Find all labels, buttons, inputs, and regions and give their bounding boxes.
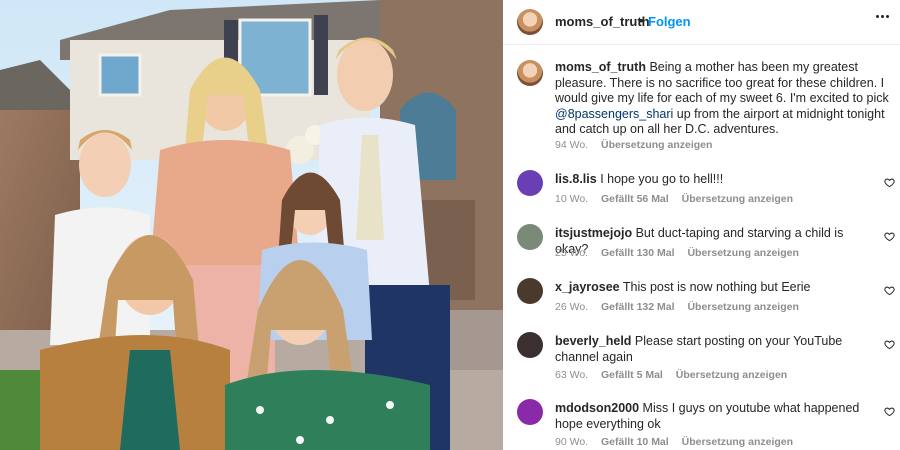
comment-age: 26 Wo. bbox=[555, 301, 589, 313]
comment-meta: 26 Wo. Gefällt 132 Mal Übersetzung anzei… bbox=[555, 301, 809, 313]
caption-username[interactable]: moms_of_truth bbox=[555, 60, 646, 74]
comment-username[interactable]: lis.8.lis bbox=[555, 172, 597, 186]
caption-mention-link[interactable]: @8passengers_shari bbox=[555, 107, 673, 121]
comment-likes[interactable]: Gefällt 130 Mal bbox=[601, 247, 675, 259]
comment-age: 25 Wo. bbox=[555, 247, 589, 259]
post-header: moms_of_truth • Folgen bbox=[503, 0, 900, 45]
heart-outline-icon[interactable] bbox=[884, 285, 895, 296]
comment-age: 90 Wo. bbox=[555, 436, 589, 448]
post-sidebar: moms_of_truth • Folgen moms_of_truth Bei… bbox=[503, 0, 900, 450]
comment-translate-link[interactable]: Übersetzung anzeigen bbox=[676, 369, 787, 381]
follow-button[interactable]: Folgen bbox=[648, 14, 691, 29]
family-photo-image bbox=[0, 0, 503, 450]
caption-age: 94 Wo. bbox=[555, 139, 589, 151]
comment-username[interactable]: itsjustmejojo bbox=[555, 226, 632, 240]
comment-text: beverly_held Please start posting on you… bbox=[555, 333, 875, 365]
author-username[interactable]: moms_of_truth bbox=[555, 14, 650, 29]
comment-translate-link[interactable]: Übersetzung anzeigen bbox=[682, 193, 793, 205]
comment-avatar[interactable] bbox=[517, 170, 543, 196]
separator-dot: • bbox=[639, 13, 644, 28]
comment-likes[interactable]: Gefällt 5 Mal bbox=[601, 369, 663, 381]
heart-outline-icon[interactable] bbox=[884, 406, 895, 417]
comment-body: I hope you go to hell!!! bbox=[600, 172, 724, 186]
heart-outline-icon[interactable] bbox=[884, 177, 895, 188]
caption-meta: 94 Wo. Übersetzung anzeigen bbox=[555, 139, 722, 151]
post-caption: moms_of_truth Being a mother has been my… bbox=[555, 60, 890, 138]
comment-text: mdodson2000 Miss I guys on youtube what … bbox=[555, 400, 875, 432]
comment-likes[interactable]: Gefällt 56 Mal bbox=[601, 193, 669, 205]
comment-likes[interactable]: Gefällt 132 Mal bbox=[601, 301, 675, 313]
heart-outline-icon[interactable] bbox=[884, 339, 895, 350]
comment-avatar[interactable] bbox=[517, 224, 543, 250]
comment-username[interactable]: x_jayrosee bbox=[555, 280, 620, 294]
caption-avatar[interactable] bbox=[517, 60, 543, 86]
comment-avatar[interactable] bbox=[517, 332, 543, 358]
comment-meta: 90 Wo. Gefällt 10 Mal Übersetzung anzeig… bbox=[555, 436, 803, 448]
comment-username[interactable]: beverly_held bbox=[555, 334, 631, 348]
comment-translate-link[interactable]: Übersetzung anzeigen bbox=[687, 247, 798, 259]
comment-meta: 10 Wo. Gefällt 56 Mal Übersetzung anzeig… bbox=[555, 193, 803, 205]
comment-text: lis.8.lis I hope you go to hell!!! bbox=[555, 171, 875, 187]
comment-text: x_jayrosee This post is now nothing but … bbox=[555, 279, 875, 295]
comment-meta: 63 Wo. Gefällt 5 Mal Übersetzung anzeige… bbox=[555, 369, 797, 381]
comment-age: 10 Wo. bbox=[555, 193, 589, 205]
comment-likes[interactable]: Gefällt 10 Mal bbox=[601, 436, 669, 448]
comment-avatar[interactable] bbox=[517, 399, 543, 425]
comment-avatar[interactable] bbox=[517, 278, 543, 304]
post-photo[interactable] bbox=[0, 0, 503, 450]
comment-meta: 25 Wo. Gefällt 130 Mal Übersetzung anzei… bbox=[555, 247, 809, 259]
comment-username[interactable]: mdodson2000 bbox=[555, 401, 639, 415]
heart-outline-icon[interactable] bbox=[884, 231, 895, 242]
caption-translate-link[interactable]: Übersetzung anzeigen bbox=[601, 139, 712, 151]
more-horizontal-icon[interactable] bbox=[876, 15, 890, 19]
comment-age: 63 Wo. bbox=[555, 369, 589, 381]
comment-translate-link[interactable]: Übersetzung anzeigen bbox=[687, 301, 798, 313]
comment-translate-link[interactable]: Übersetzung anzeigen bbox=[682, 436, 793, 448]
author-avatar[interactable] bbox=[517, 9, 543, 35]
comment-body: This post is now nothing but Eerie bbox=[622, 280, 811, 294]
